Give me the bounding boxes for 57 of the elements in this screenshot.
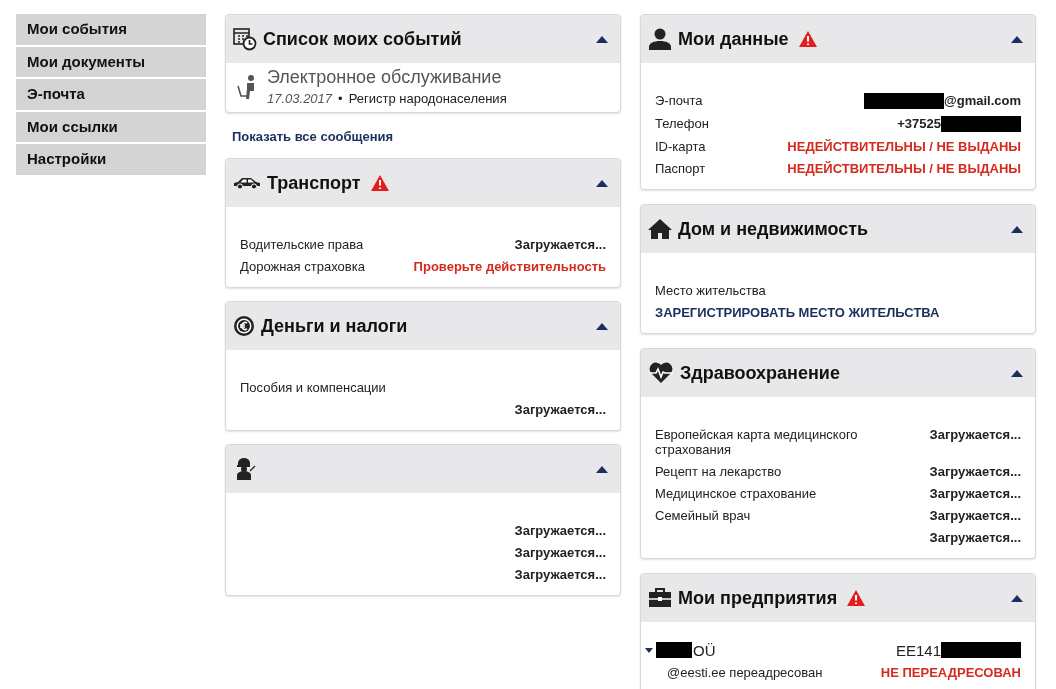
separator-dot: • — [338, 91, 343, 106]
row-label: @eesti.ee переадресован — [667, 665, 823, 680]
sidebar-item[interactable]: Мои документы — [16, 46, 206, 77]
row-value: Загружается... — [929, 426, 1021, 442]
row-value: Загружается... — [514, 544, 606, 560]
panel-title: Деньги и налоги — [261, 315, 408, 337]
register-link[interactable]: ЗАРЕГИСТРИРОВАТЬ МЕСТО ЖИТЕЛЬСТВА — [655, 304, 940, 320]
euro-coin-icon — [233, 315, 255, 337]
row-label: Европейская карта медицинского страхования — [655, 426, 859, 457]
row-label: Паспорт — [655, 160, 706, 176]
row-value: Загружается... — [929, 529, 1021, 545]
heart-pulse-icon — [648, 362, 674, 384]
row-label: ID-карта — [655, 138, 706, 154]
panel-title: Здравоохранение — [680, 362, 840, 384]
person-icon — [648, 27, 672, 51]
status-text: НЕ ПЕРЕАДРЕСОВАН — [880, 665, 1021, 680]
row-value: Загружается... — [929, 485, 1021, 501]
status-text: НЕДЕЙСТВИТЕЛЬНЫ / НЕ ВЫДАНЫ — [787, 138, 1021, 154]
row-value: Загружается... — [929, 463, 1021, 479]
panel-title: Транспорт — [267, 172, 361, 194]
status-text: НЕДЕЙСТВИТЕЛЬНЫ / НЕ ВЫДАНЫ — [787, 160, 1021, 176]
panel-title: Мои предприятия — [678, 587, 838, 609]
event-source: Регистр народонаселения — [348, 91, 507, 106]
row-value: EE141 — [895, 642, 941, 658]
show-all-link[interactable]: Показать все сообщения — [232, 129, 621, 144]
panel-title: Дом и недвижимость — [678, 218, 869, 240]
panel-title: Мои данные — [678, 28, 789, 50]
caret-down-icon[interactable] — [645, 647, 653, 653]
row-label: Водительские права — [240, 236, 364, 252]
row-label: Медицинское страхование — [655, 485, 817, 501]
row-value: Загружается... — [929, 507, 1021, 523]
row-label: Пособия и компенсации — [240, 379, 386, 395]
row-label: Телефон — [655, 115, 709, 131]
row-label: Место жительства — [655, 282, 766, 298]
row-label: Э-почта — [655, 92, 703, 108]
car-icon — [233, 176, 261, 190]
sidebar-item[interactable]: Э-почта — [16, 79, 206, 110]
row-value: Загружается... — [514, 566, 606, 582]
calendar-clock-icon — [233, 27, 257, 51]
row-label: Рецепт на лекарство — [655, 463, 782, 479]
row-value: @gmail.com — [944, 93, 1021, 108]
row-value: Загружается... — [514, 522, 606, 538]
sidebar-item[interactable]: Мои события — [16, 14, 206, 45]
event-title-link[interactable]: Электронное обслуживание — [267, 67, 507, 88]
row-value: Загружается... — [514, 401, 606, 417]
briefcase-icon — [648, 588, 672, 608]
row-label: Семейный врач — [655, 507, 751, 523]
panel-title: Список моих событий — [263, 28, 462, 50]
sidebar-item[interactable]: Настройки — [16, 144, 206, 175]
sidebar-item[interactable]: Мои ссылки — [16, 111, 206, 142]
event-date: 17.03.2017 — [267, 91, 333, 106]
row-value: Загружается... — [514, 236, 606, 252]
row-value: +37525 — [897, 116, 941, 131]
status-text: Проверьте действительность — [413, 258, 606, 274]
company-name: OÜ — [693, 642, 716, 658]
row-label: Дорожная страховка — [240, 258, 365, 274]
house-icon — [648, 218, 672, 240]
